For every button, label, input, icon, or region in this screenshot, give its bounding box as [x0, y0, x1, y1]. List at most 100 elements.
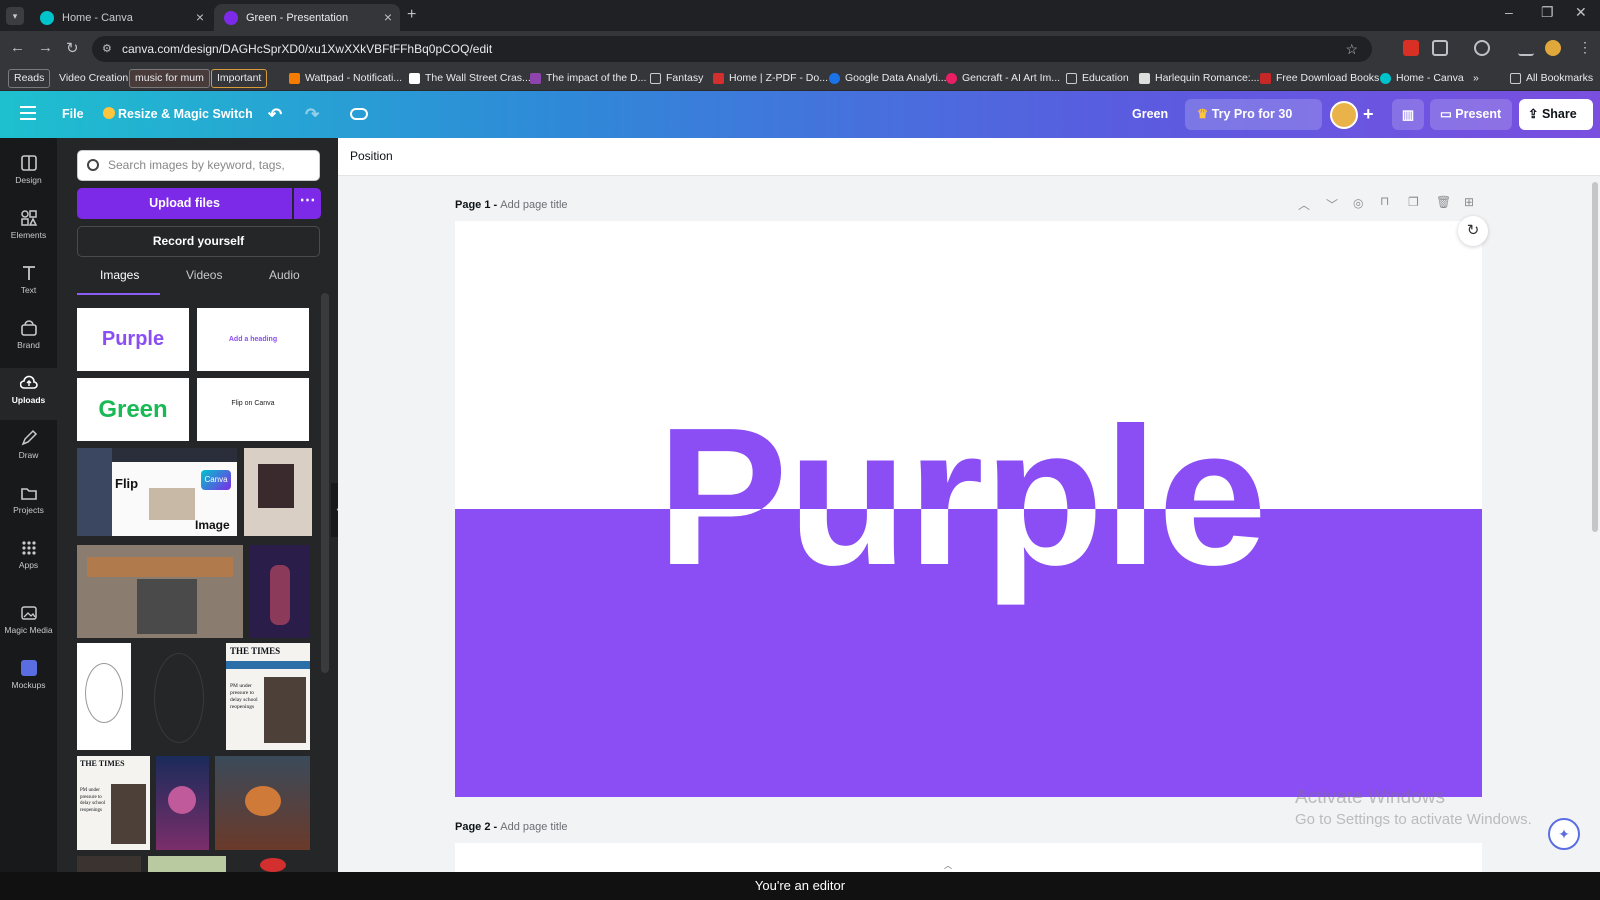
upload-thumb-heading[interactable]: Add a heading: [197, 308, 309, 371]
panel-scrollbar[interactable]: [321, 293, 329, 673]
bookmark-reads[interactable]: Reads: [8, 69, 51, 88]
record-yourself-button[interactable]: Record yourself: [77, 226, 320, 257]
tab-list-dropdown[interactable]: ▾: [6, 7, 24, 25]
upload-thumb-partial-3[interactable]: [235, 856, 310, 872]
new-tab-button[interactable]: +: [407, 6, 416, 24]
restore-icon[interactable]: ❐: [1541, 4, 1554, 21]
rail-item-design[interactable]: Design: [0, 148, 57, 200]
upload-more-options-button[interactable]: ⋯: [294, 188, 321, 219]
file-menu-button[interactable]: File: [62, 99, 84, 130]
extensions-icon[interactable]: [1432, 40, 1448, 56]
tab-videos[interactable]: Videos: [186, 268, 222, 282]
reload-icon[interactable]: ↻: [66, 39, 79, 57]
upload-thumb-partial-1[interactable]: [77, 856, 141, 872]
tab-home-canva[interactable]: Home - Canva ×: [30, 4, 212, 31]
minimize-icon[interactable]: –: [1505, 4, 1513, 20]
bookmark-important[interactable]: Important: [211, 69, 268, 88]
forward-icon[interactable]: →: [38, 39, 53, 56]
search-input[interactable]: Search images by keyword, tags, colour: [77, 150, 320, 201]
tab-images[interactable]: Images: [100, 268, 139, 282]
bookmark-star-icon[interactable]: ☆: [1345, 36, 1358, 62]
resize-magic-switch-button[interactable]: Resize & Magic Switch: [103, 99, 253, 130]
delete-page-icon[interactable]: 🗑: [1436, 195, 1451, 209]
bookmarks-overflow-icon[interactable]: »: [1473, 70, 1479, 87]
position-button[interactable]: Position: [350, 149, 393, 163]
adblock-icon[interactable]: [1403, 40, 1419, 56]
rail-item-uploads[interactable]: Uploads: [0, 368, 57, 420]
bookmark-impact[interactable]: The impact of the D...: [530, 70, 646, 87]
close-tab-icon[interactable]: ×: [384, 9, 392, 25]
redo-icon[interactable]: ↷: [305, 99, 319, 130]
rail-item-draw[interactable]: Draw: [0, 423, 57, 475]
browser-menu-icon[interactable]: ⋮: [1578, 39, 1592, 56]
upload-thumb-the-times-2[interactable]: THE TIMES PM under pressure to delay sch…: [77, 756, 150, 850]
upload-files-button[interactable]: Upload files: [77, 188, 292, 219]
back-icon[interactable]: ←: [10, 39, 25, 56]
url-field[interactable]: ⚙ canva.com/design/DAGHcSprXD0/xu1XwXXkV…: [92, 36, 1372, 62]
bookmark-google-data[interactable]: Google Data Analyti...: [829, 70, 947, 87]
rail-item-brand[interactable]: Brand: [0, 313, 57, 365]
magic-assistant-button[interactable]: ✦: [1548, 818, 1580, 850]
bookmark-education[interactable]: Education: [1066, 70, 1129, 87]
lock-page-icon[interactable]: ⊓: [1380, 194, 1389, 208]
rail-item-projects[interactable]: Projects: [0, 478, 57, 530]
rail-item-magic-media[interactable]: Magic Media: [0, 598, 57, 650]
bookmark-wattpad[interactable]: Wattpad - Notificati...: [289, 70, 402, 87]
duplicate-page-icon[interactable]: ❐: [1408, 195, 1419, 209]
cloud-save-icon[interactable]: [350, 108, 368, 120]
present-button[interactable]: ▭ Present: [1430, 99, 1512, 130]
bookmark-video-creation[interactable]: Video Creation: [53, 70, 134, 87]
close-tab-icon[interactable]: ×: [196, 9, 204, 25]
main-menu-icon[interactable]: [20, 106, 36, 120]
design-name[interactable]: Green: [1132, 99, 1168, 130]
upload-thumb-fantasy[interactable]: [250, 545, 310, 638]
page-1-title-placeholder[interactable]: Add page title: [500, 199, 567, 211]
close-window-icon[interactable]: ✕: [1575, 4, 1587, 21]
page-1-label[interactable]: Page 1 - Add page title: [455, 199, 568, 211]
upload-thumb-purple[interactable]: Purple: [77, 308, 189, 371]
tab-audio[interactable]: Audio: [269, 268, 300, 282]
page-2-label[interactable]: Page 2 - Add page title: [455, 821, 568, 833]
add-page-icon[interactable]: ⊞: [1464, 195, 1474, 209]
bookmark-harlequin[interactable]: Harlequin Romance:...: [1139, 70, 1259, 87]
page-2-slide[interactable]: [455, 843, 1482, 872]
upload-thumb-poster[interactable]: [244, 448, 312, 536]
upload-thumb-heart[interactable]: [156, 756, 209, 850]
try-pro-button[interactable]: ♛ Try Pro for 30 days: [1185, 99, 1322, 152]
bookmark-zpdf[interactable]: Home | Z-PDF - Do...: [713, 70, 828, 87]
page-2-title-placeholder[interactable]: Add page title: [500, 821, 567, 833]
upload-thumb-the-times[interactable]: THE TIMES PM under pressure to delay sch…: [226, 643, 310, 750]
analytics-icon[interactable]: ▥: [1392, 99, 1424, 130]
bookmark-all-bookmarks[interactable]: All Bookmarks: [1510, 70, 1593, 87]
download-icon[interactable]: [1518, 40, 1534, 56]
history-icon[interactable]: [1474, 40, 1490, 56]
upload-thumb-dark-sketch[interactable]: [139, 643, 219, 750]
bookmark-fantasy[interactable]: Fantasy: [650, 70, 703, 87]
bookmark-music-for-mum[interactable]: music for mum: [129, 69, 210, 88]
rail-item-apps[interactable]: Apps: [0, 533, 57, 585]
share-button[interactable]: ⇪ Share: [1519, 99, 1593, 130]
site-info-icon[interactable]: ⚙: [102, 36, 112, 62]
bookmark-wsj[interactable]: The Wall Street Cras...: [409, 70, 531, 87]
rail-item-mockups[interactable]: Mockups: [0, 653, 57, 705]
undo-icon[interactable]: ↶: [268, 99, 282, 130]
scroll-to-page-handle[interactable]: ︿: [928, 860, 968, 872]
profile-avatar-icon[interactable]: [1545, 40, 1561, 56]
tab-green-presentation[interactable]: Green - Presentation ×: [214, 4, 400, 31]
upload-thumb-green[interactable]: Green: [77, 378, 189, 441]
hide-page-icon[interactable]: ◎: [1353, 196, 1363, 210]
bookmark-free-download-books[interactable]: Free Download Books: [1260, 70, 1379, 87]
move-page-down-icon[interactable]: ﹀: [1326, 196, 1338, 213]
upload-thumb-flip-image[interactable]: Flip Canva Image: [77, 448, 237, 536]
page-1-slide[interactable]: Purple Purple: [455, 221, 1482, 797]
user-avatar[interactable]: [1330, 101, 1358, 129]
bookmark-gencraft[interactable]: Gencraft - AI Art Im...: [946, 70, 1060, 87]
upload-thumb-battle[interactable]: [215, 756, 310, 850]
upload-thumb-lion-sketch[interactable]: [77, 643, 131, 750]
upload-thumb-flip-on-canva[interactable]: Flip on Canva: [197, 378, 309, 441]
upload-thumb-desk[interactable]: [77, 545, 243, 638]
rail-item-elements[interactable]: Elements: [0, 203, 57, 255]
upload-thumb-partial-2[interactable]: [148, 856, 226, 872]
refresh-suggestions-button[interactable]: ↻: [1458, 216, 1488, 246]
rail-item-text[interactable]: Text: [0, 258, 57, 310]
